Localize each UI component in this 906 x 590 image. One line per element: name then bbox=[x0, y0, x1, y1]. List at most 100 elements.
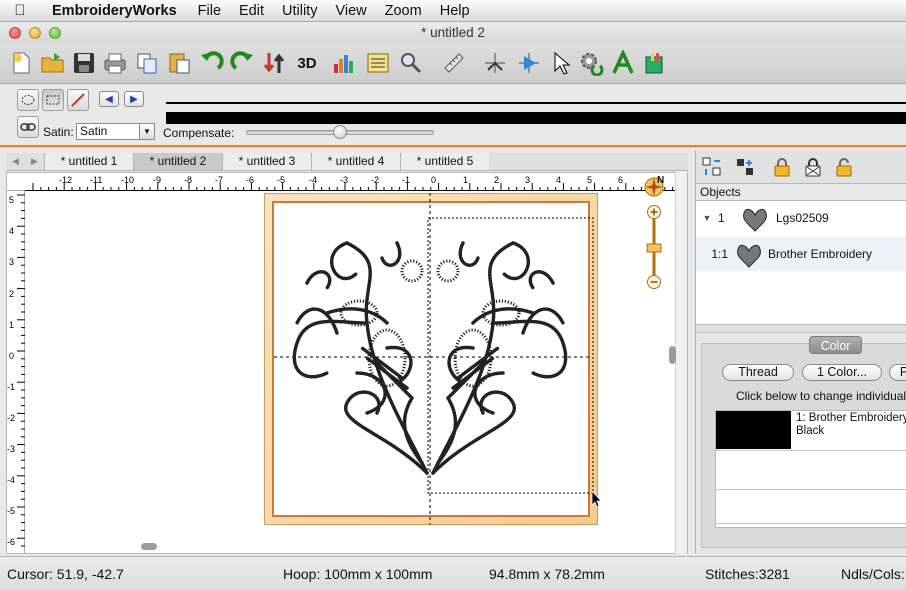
object-row[interactable]: 1:1 Brother Embroidery bbox=[696, 237, 906, 271]
ruler-top-label: -7 bbox=[215, 175, 224, 185]
ruler-top-label: -2 bbox=[371, 175, 380, 185]
ruler-top-label: 5 bbox=[587, 175, 593, 185]
object-tools-bar bbox=[696, 150, 906, 184]
ruler-left-label: 5 bbox=[9, 195, 15, 205]
object-name: Lgs02509 bbox=[776, 211, 829, 225]
menu-view[interactable]: View bbox=[326, 0, 375, 22]
status-bar: Cursor: 51.9, -42.7 Hoop: 100mm x 100mm … bbox=[0, 556, 906, 590]
ruler-top-label: -12 bbox=[59, 175, 73, 185]
one-color-button[interactable]: 1 Color... bbox=[802, 364, 882, 381]
needles-colors: Ndls/Cols: bbox=[841, 566, 905, 582]
apple-icon[interactable]:  bbox=[0, 2, 40, 19]
zoom-navigator[interactable] bbox=[640, 173, 670, 293]
disclosure-triangle-icon[interactable]: ▼ bbox=[696, 213, 718, 223]
ruler-top-label: -1 bbox=[402, 175, 411, 185]
3d-view-button[interactable]: 3D bbox=[293, 49, 321, 77]
tab-untitled-3[interactable]: * untitled 3 bbox=[222, 153, 311, 170]
objects-list[interactable]: ▼ 1 Lgs02509 1:1 Brother Embroidery bbox=[696, 201, 906, 325]
thread-bag-icon[interactable] bbox=[641, 49, 669, 77]
menu-utility[interactable]: Utility bbox=[273, 0, 326, 22]
close-window-button[interactable] bbox=[9, 27, 21, 39]
ruler-top-label: -5 bbox=[277, 175, 286, 185]
open-folder-icon[interactable] bbox=[39, 49, 67, 77]
ruler-left-label: -2 bbox=[7, 413, 16, 423]
thread-color-list[interactable]: 1: Brother Embroidery Black bbox=[715, 410, 906, 528]
ungroup-objects-icon[interactable] bbox=[734, 156, 756, 178]
zoom-window-button[interactable] bbox=[49, 27, 61, 39]
ruler-left-label: -6 bbox=[7, 537, 16, 547]
document-tabs: ◀ ▶ * untitled 1 * untitled 2 * untitled… bbox=[6, 153, 688, 171]
left-ruler: 5 4 3 2 1 0 -1 -2 -3 -4 -5 -6 bbox=[7, 191, 25, 553]
sort-icon[interactable] bbox=[260, 49, 288, 77]
thread-button[interactable]: Thread bbox=[722, 364, 794, 381]
satin-label: Satin: bbox=[43, 125, 74, 139]
design-size: 94.8mm x 78.2mm bbox=[489, 566, 605, 582]
pen-draw-icon[interactable] bbox=[67, 89, 89, 111]
vertical-scroll-thumb[interactable] bbox=[669, 346, 676, 364]
text-letter-a-icon[interactable] bbox=[609, 49, 637, 77]
right-panel: Objects ▼ 1 Lgs02509 1:1 Brother Embroid… bbox=[695, 150, 906, 554]
tab-scroll-right-icon[interactable]: ▶ bbox=[25, 153, 44, 170]
link-chain-icon[interactable] bbox=[17, 116, 39, 138]
panel-splitter[interactable] bbox=[696, 325, 906, 333]
stitch-count: Stitches:3281 bbox=[705, 566, 790, 582]
group-objects-icon[interactable] bbox=[701, 156, 723, 178]
chart-icon[interactable] bbox=[330, 49, 358, 77]
design-canvas[interactable]: -12 -11 -10 -9 -8 -7 -6 -5 -4 -3 -2 -1 0… bbox=[6, 172, 688, 554]
object-row[interactable]: ▼ 1 Lgs02509 bbox=[696, 201, 906, 235]
minimize-window-button[interactable] bbox=[29, 27, 41, 39]
paste-icon[interactable] bbox=[165, 49, 193, 77]
next-arrow-button[interactable]: ▶ bbox=[124, 91, 144, 107]
tab-untitled-2[interactable]: * untitled 2 bbox=[133, 153, 222, 170]
magnifier-icon[interactable] bbox=[397, 49, 425, 77]
stitch-tool-icon[interactable] bbox=[481, 49, 509, 77]
lock-crossed-icon[interactable] bbox=[802, 156, 824, 178]
thread-name[interactable]: 1: Brother Embroidery Black bbox=[796, 412, 906, 438]
design-thumbnail-icon bbox=[743, 208, 767, 232]
menu-app-name[interactable]: EmbroideryWorks bbox=[40, 0, 189, 22]
select-pointer-icon[interactable] bbox=[546, 49, 574, 77]
menu-zoom[interactable]: Zoom bbox=[376, 0, 431, 22]
satin-select[interactable]: Satin ▼ bbox=[76, 123, 155, 140]
ruler-top-label: -6 bbox=[246, 175, 255, 185]
measure-ruler-icon[interactable] bbox=[440, 49, 468, 77]
gear-refresh-icon[interactable] bbox=[577, 49, 605, 77]
arrow-tool-icon[interactable] bbox=[515, 49, 543, 77]
ruler-left-label: -5 bbox=[7, 506, 16, 516]
hoop-area[interactable] bbox=[272, 201, 590, 517]
tab-untitled-5[interactable]: * untitled 5 bbox=[400, 153, 489, 170]
rectangle-select-icon[interactable] bbox=[42, 89, 64, 111]
ruler-left-label: 1 bbox=[9, 320, 15, 330]
undo-icon[interactable] bbox=[197, 49, 225, 77]
ruler-left-label: -1 bbox=[7, 382, 16, 392]
ruler-left-label: 2 bbox=[9, 289, 15, 299]
copy-icon[interactable] bbox=[133, 49, 161, 77]
p-button[interactable]: P bbox=[889, 364, 906, 381]
menu-file[interactable]: File bbox=[189, 0, 230, 22]
tab-color[interactable]: Color bbox=[809, 336, 862, 354]
vertical-scrollbar[interactable] bbox=[675, 172, 687, 554]
list-icon[interactable] bbox=[364, 49, 392, 77]
objects-header: Objects bbox=[696, 184, 906, 201]
thread-name-line2: Black bbox=[796, 425, 825, 437]
lock-icon[interactable] bbox=[771, 156, 793, 178]
save-icon[interactable] bbox=[70, 49, 98, 77]
redo-icon[interactable] bbox=[229, 49, 257, 77]
title-bar: * untitled 2 bbox=[0, 22, 906, 44]
ruler-top-label: -4 bbox=[309, 175, 318, 185]
tab-untitled-4[interactable]: * untitled 4 bbox=[311, 153, 400, 170]
thread-swatch[interactable] bbox=[716, 411, 791, 449]
new-file-icon[interactable] bbox=[7, 49, 35, 77]
menu-edit[interactable]: Edit bbox=[230, 0, 273, 22]
print-icon[interactable] bbox=[101, 49, 129, 77]
previous-arrow-button[interactable]: ◀ bbox=[99, 91, 119, 107]
horizontal-scroll-thumb[interactable] bbox=[141, 543, 157, 550]
satin-select-value: Satin bbox=[80, 124, 108, 138]
unlock-icon[interactable] bbox=[833, 156, 855, 178]
menu-bar:  EmbroideryWorks File Edit Utility View… bbox=[0, 0, 906, 22]
tab-untitled-1[interactable]: * untitled 1 bbox=[44, 153, 133, 170]
compensate-slider-knob[interactable] bbox=[333, 125, 347, 139]
menu-help[interactable]: Help bbox=[431, 0, 479, 22]
lasso-select-icon[interactable] bbox=[17, 89, 39, 111]
tab-scroll-left-icon[interactable]: ◀ bbox=[6, 153, 25, 170]
